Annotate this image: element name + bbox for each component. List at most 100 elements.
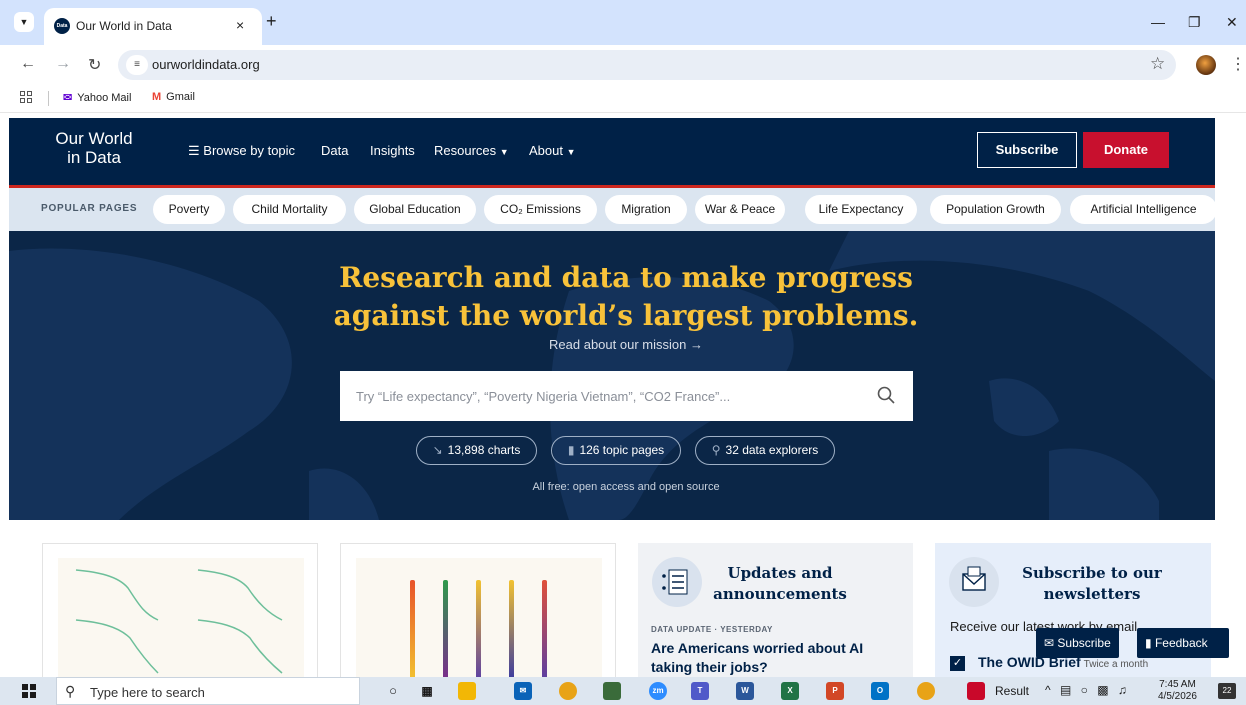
search-icon[interactable]	[876, 385, 896, 405]
popular-page-child-mortality[interactable]: Child Mortality	[233, 195, 346, 224]
nav-about[interactable]: About ▼	[529, 143, 576, 158]
nav-insights[interactable]: Insights	[370, 143, 415, 158]
popular-page-migration[interactable]: Migration	[605, 195, 687, 224]
taskbar-result-text[interactable]: Result	[995, 684, 1029, 698]
word-icon[interactable]: W	[736, 682, 754, 700]
system-tray-icons[interactable]: ^ ▤ ○ ▩ ♫	[1045, 683, 1130, 697]
tab-search-button[interactable]: ▼	[14, 12, 34, 32]
site-search-input[interactable]	[340, 371, 860, 421]
owid-logo[interactable]: Our World in Data	[9, 129, 179, 167]
popular-pages-bar: POPULAR PAGES Poverty Child Mortality Gl…	[9, 188, 1217, 231]
cortana-icon[interactable]: ○	[384, 682, 402, 700]
popular-page-war-and-peace[interactable]: War & Peace	[695, 195, 785, 224]
popular-page-co2-emissions[interactable]: CO₂ Emissions	[484, 195, 597, 224]
newsletter-title: Subscribe to our newsletters	[1022, 564, 1162, 603]
popular-page-population-growth[interactable]: Population Growth	[930, 195, 1061, 224]
logo-line-1: Our World	[55, 129, 133, 148]
stat-topic-pages-label: 126 topic pages	[579, 443, 665, 457]
stat-data-explorers[interactable]: ⚲ 32 data explorers	[695, 436, 835, 465]
brief-frequency: Twice a month	[1083, 659, 1149, 670]
nba-icon[interactable]	[967, 682, 985, 700]
outlook-icon[interactable]: O	[871, 682, 889, 700]
envelope-icon: ✉	[1044, 636, 1055, 650]
list-doc-icon-graphic	[662, 569, 688, 595]
featured-card-2[interactable]	[340, 543, 616, 678]
back-icon[interactable]: ←	[20, 55, 36, 73]
browser-tab-strip: ▼ Data Our World in Data × + — ❐ ✕	[0, 0, 1246, 45]
url-text[interactable]: ourworldindata.org	[152, 57, 260, 72]
logo-line-2: in Data	[67, 148, 121, 167]
caret-down-icon: ▼	[499, 147, 509, 157]
nav-label: About	[529, 143, 563, 158]
subscribe-button[interactable]: Subscribe	[977, 132, 1077, 168]
restore-icon[interactable]: ❐	[1188, 14, 1201, 31]
apps-grid-icon[interactable]	[20, 91, 32, 103]
taskbar-search-box[interactable]: ⚲ Type here to search	[56, 677, 360, 705]
mail-app-icon[interactable]: ✉	[514, 682, 532, 700]
zoom-icon[interactable]: zm	[649, 682, 667, 700]
minimize-icon[interactable]: —	[1151, 14, 1165, 30]
browser-menu-icon[interactable]: ⋮	[1230, 54, 1246, 74]
nav-label: Resources	[434, 143, 497, 158]
windows-taskbar: ⚲ Type here to search ○ ▦ ✉ zm T W X P O…	[0, 677, 1246, 705]
featured-card-1[interactable]	[42, 543, 318, 678]
popular-page-poverty[interactable]: Poverty	[153, 195, 225, 224]
site-header: Our World in Data ☰ Browse by topic Data…	[9, 118, 1215, 185]
floating-subscribe-button[interactable]: ✉ Subscribe	[1036, 628, 1119, 658]
feedback-button[interactable]: ▮ Feedback	[1137, 628, 1229, 658]
chrome-profile-icon[interactable]	[917, 682, 935, 700]
nav-browse-by-topic[interactable]: ☰ Browse by topic	[188, 143, 295, 159]
mission-link[interactable]: Read about our mission →	[9, 337, 1215, 352]
bookmark-label: Gmail	[166, 91, 195, 103]
list-doc-icon	[652, 557, 702, 607]
bookmark-star-icon[interactable]: ☆	[1150, 54, 1165, 74]
popular-page-global-education[interactable]: Global Education	[354, 195, 476, 224]
taskbar-clock[interactable]: 7:45 AM 4/5/2026	[1158, 679, 1197, 703]
line-chart-icon: ↘	[432, 443, 443, 457]
bookmark-gmail[interactable]: M Gmail	[152, 91, 195, 103]
browser-tab-active[interactable]: Data Our World in Data ×	[44, 8, 262, 45]
popular-page-artificial-intelligence[interactable]: Artificial Intelligence	[1070, 195, 1217, 224]
chat-icon: ▮	[1145, 636, 1152, 650]
browser-toolbar: ← → ↻ ≡ ourworldindata.org ☆ ⋮	[0, 45, 1246, 85]
calculator-icon[interactable]	[603, 682, 621, 700]
reload-icon[interactable]: ↻	[88, 55, 101, 75]
notification-center-icon[interactable]: 22	[1218, 683, 1236, 699]
teams-icon[interactable]: T	[691, 682, 709, 700]
gmail-icon: M	[152, 91, 162, 103]
popular-page-life-expectancy[interactable]: Life Expectancy	[805, 195, 917, 224]
windows-start-icon[interactable]	[22, 684, 36, 698]
window-close-icon[interactable]: ✕	[1226, 14, 1238, 31]
forward-icon[interactable]: →	[55, 55, 71, 73]
line-chart-thumbnail	[75, 569, 283, 674]
updates-card[interactable]: Updates and announcements DATA UPDATE · …	[638, 543, 913, 678]
donate-button[interactable]: Donate	[1083, 132, 1169, 168]
nav-resources[interactable]: Resources ▼	[434, 143, 509, 158]
stat-topic-pages[interactable]: ▮ 126 topic pages	[551, 436, 681, 465]
hero-title-line-1: Research and data to make progress	[339, 261, 913, 294]
tab-close-icon[interactable]: ×	[236, 17, 244, 33]
clock-date: 4/5/2026	[1158, 691, 1197, 702]
bookmark-yahoo-mail[interactable]: ✉ Yahoo Mail	[63, 91, 131, 104]
stat-charts[interactable]: ↘ 13,898 charts	[416, 436, 537, 465]
file-explorer-icon[interactable]	[458, 682, 476, 700]
site-info-icon[interactable]: ≡	[126, 55, 148, 75]
notification-count: 22	[1222, 686, 1232, 695]
powerpoint-icon[interactable]: P	[826, 682, 844, 700]
nav-data[interactable]: Data	[321, 143, 348, 158]
feedback-label: Feedback	[1154, 636, 1208, 650]
owid-brief-checkbox[interactable]: ✓	[950, 656, 965, 671]
new-tab-button[interactable]: +	[266, 12, 277, 30]
task-view-icon[interactable]: ▦	[418, 682, 436, 700]
updates-title: Updates and announcements	[713, 564, 847, 603]
gradient-bars-thumbnail	[410, 580, 547, 677]
nav-label: Browse by topic	[203, 143, 296, 158]
free-access-note: All free: open access and open source	[532, 481, 720, 493]
update-headline[interactable]: Are Americans worried about AI taking th…	[651, 639, 891, 677]
chrome-icon[interactable]	[559, 682, 577, 700]
address-bar[interactable]: ≡ ourworldindata.org	[118, 50, 1176, 80]
magnifier-icon: ⚲	[711, 443, 721, 457]
bookmarks-divider	[48, 91, 49, 106]
profile-avatar[interactable]	[1196, 55, 1216, 75]
excel-icon[interactable]: X	[781, 682, 799, 700]
